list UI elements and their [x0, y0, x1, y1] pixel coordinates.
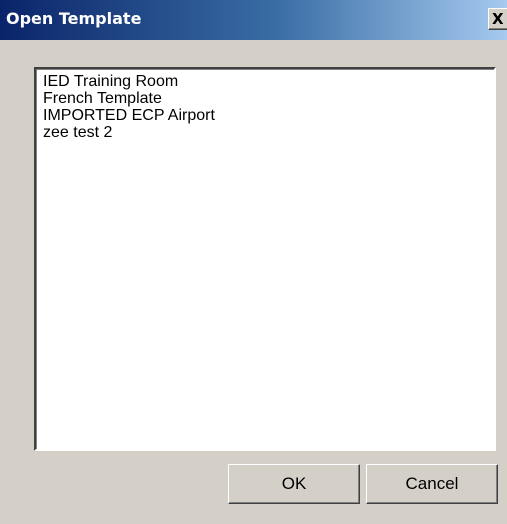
- close-icon: X: [492, 10, 504, 28]
- title-bar[interactable]: Open Template X: [0, 0, 507, 40]
- close-button[interactable]: X: [488, 8, 507, 30]
- list-item[interactable]: zee test 2: [43, 124, 494, 141]
- template-list[interactable]: IED Training Room French Template IMPORT…: [34, 67, 496, 451]
- list-item[interactable]: IMPORTED ECP Airport: [43, 107, 494, 124]
- cancel-button[interactable]: Cancel: [366, 464, 498, 504]
- dialog-title: Open Template: [6, 9, 142, 28]
- list-item[interactable]: French Template: [43, 90, 494, 107]
- list-item[interactable]: IED Training Room: [43, 73, 494, 90]
- open-template-dialog: Open Template X IED Training Room French…: [0, 0, 507, 524]
- ok-button[interactable]: OK: [228, 464, 360, 504]
